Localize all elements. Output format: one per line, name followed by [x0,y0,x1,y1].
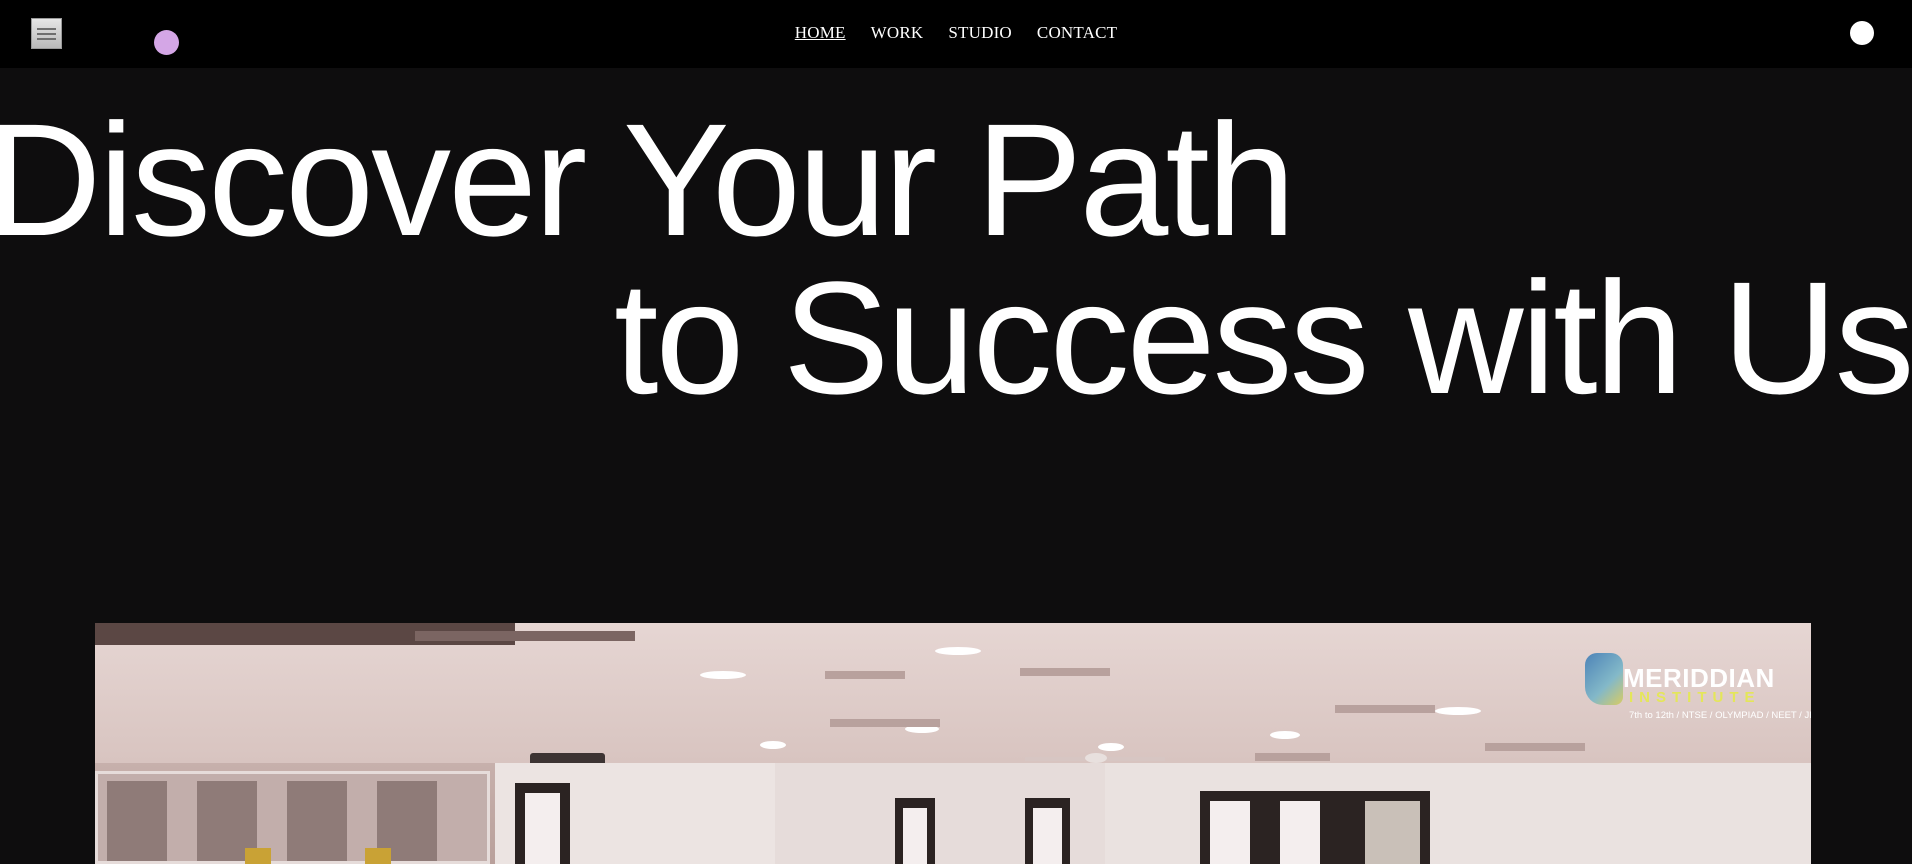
window-light [1365,801,1420,864]
ceiling-panel [825,671,905,679]
ceiling-panel [1335,705,1435,713]
ceiling-panel [1485,743,1585,751]
hero-headline-line-2: to Success with Us [614,248,1912,427]
nav-link-work[interactable]: WORK [871,23,924,43]
ceiling-light [700,671,746,679]
window-light [903,808,927,864]
hero-video[interactable]: MERIDDIAN INSTITUTE 7th to 12th / NTSE /… [95,623,1811,864]
window-light [1033,808,1062,864]
nav-link-studio[interactable]: STUDIO [948,23,1012,43]
window-light [1210,801,1250,864]
ceiling-panel [1020,668,1110,676]
logo-tagline: 7th to 12th / NTSE / OLYMPIAD / NEET / J… [1629,710,1811,721]
cabinet-window [107,781,167,861]
fan-blade [1105,757,1165,761]
cabinet-window [287,781,347,861]
yellow-strip [245,848,271,864]
ceiling-fan [1025,751,1165,763]
meridian-institute-logo: MERIDDIAN INSTITUTE 7th to 12th / NTSE /… [1585,653,1811,723]
ceiling-panel [830,719,940,727]
ceiling-light [1098,743,1124,751]
ceiling-beam [415,631,635,641]
nav-link-contact[interactable]: CONTACT [1037,23,1117,43]
ceiling-light [1270,731,1300,739]
hero-headline-line-1: Discover Your Path [0,90,1296,269]
ceiling-light [935,647,981,655]
nav-link-home[interactable]: HOME [795,23,846,43]
ceiling-panel [1255,753,1330,761]
logo-mark-icon [1585,653,1623,705]
ceiling-light [760,741,786,749]
yellow-strip [365,848,391,864]
fan-hub [1085,753,1107,763]
top-navigation: HOME WORK STUDIO CONTACT [0,0,1912,68]
ceiling-light [1435,707,1481,715]
logo-subtitle: INSTITUTE [1629,689,1761,706]
fan-blade [1025,757,1085,761]
doorway-light [525,793,560,864]
window-light [1280,801,1320,864]
main-nav-links: HOME WORK STUDIO CONTACT [0,0,1912,66]
theme-toggle-dot[interactable] [1850,21,1874,45]
